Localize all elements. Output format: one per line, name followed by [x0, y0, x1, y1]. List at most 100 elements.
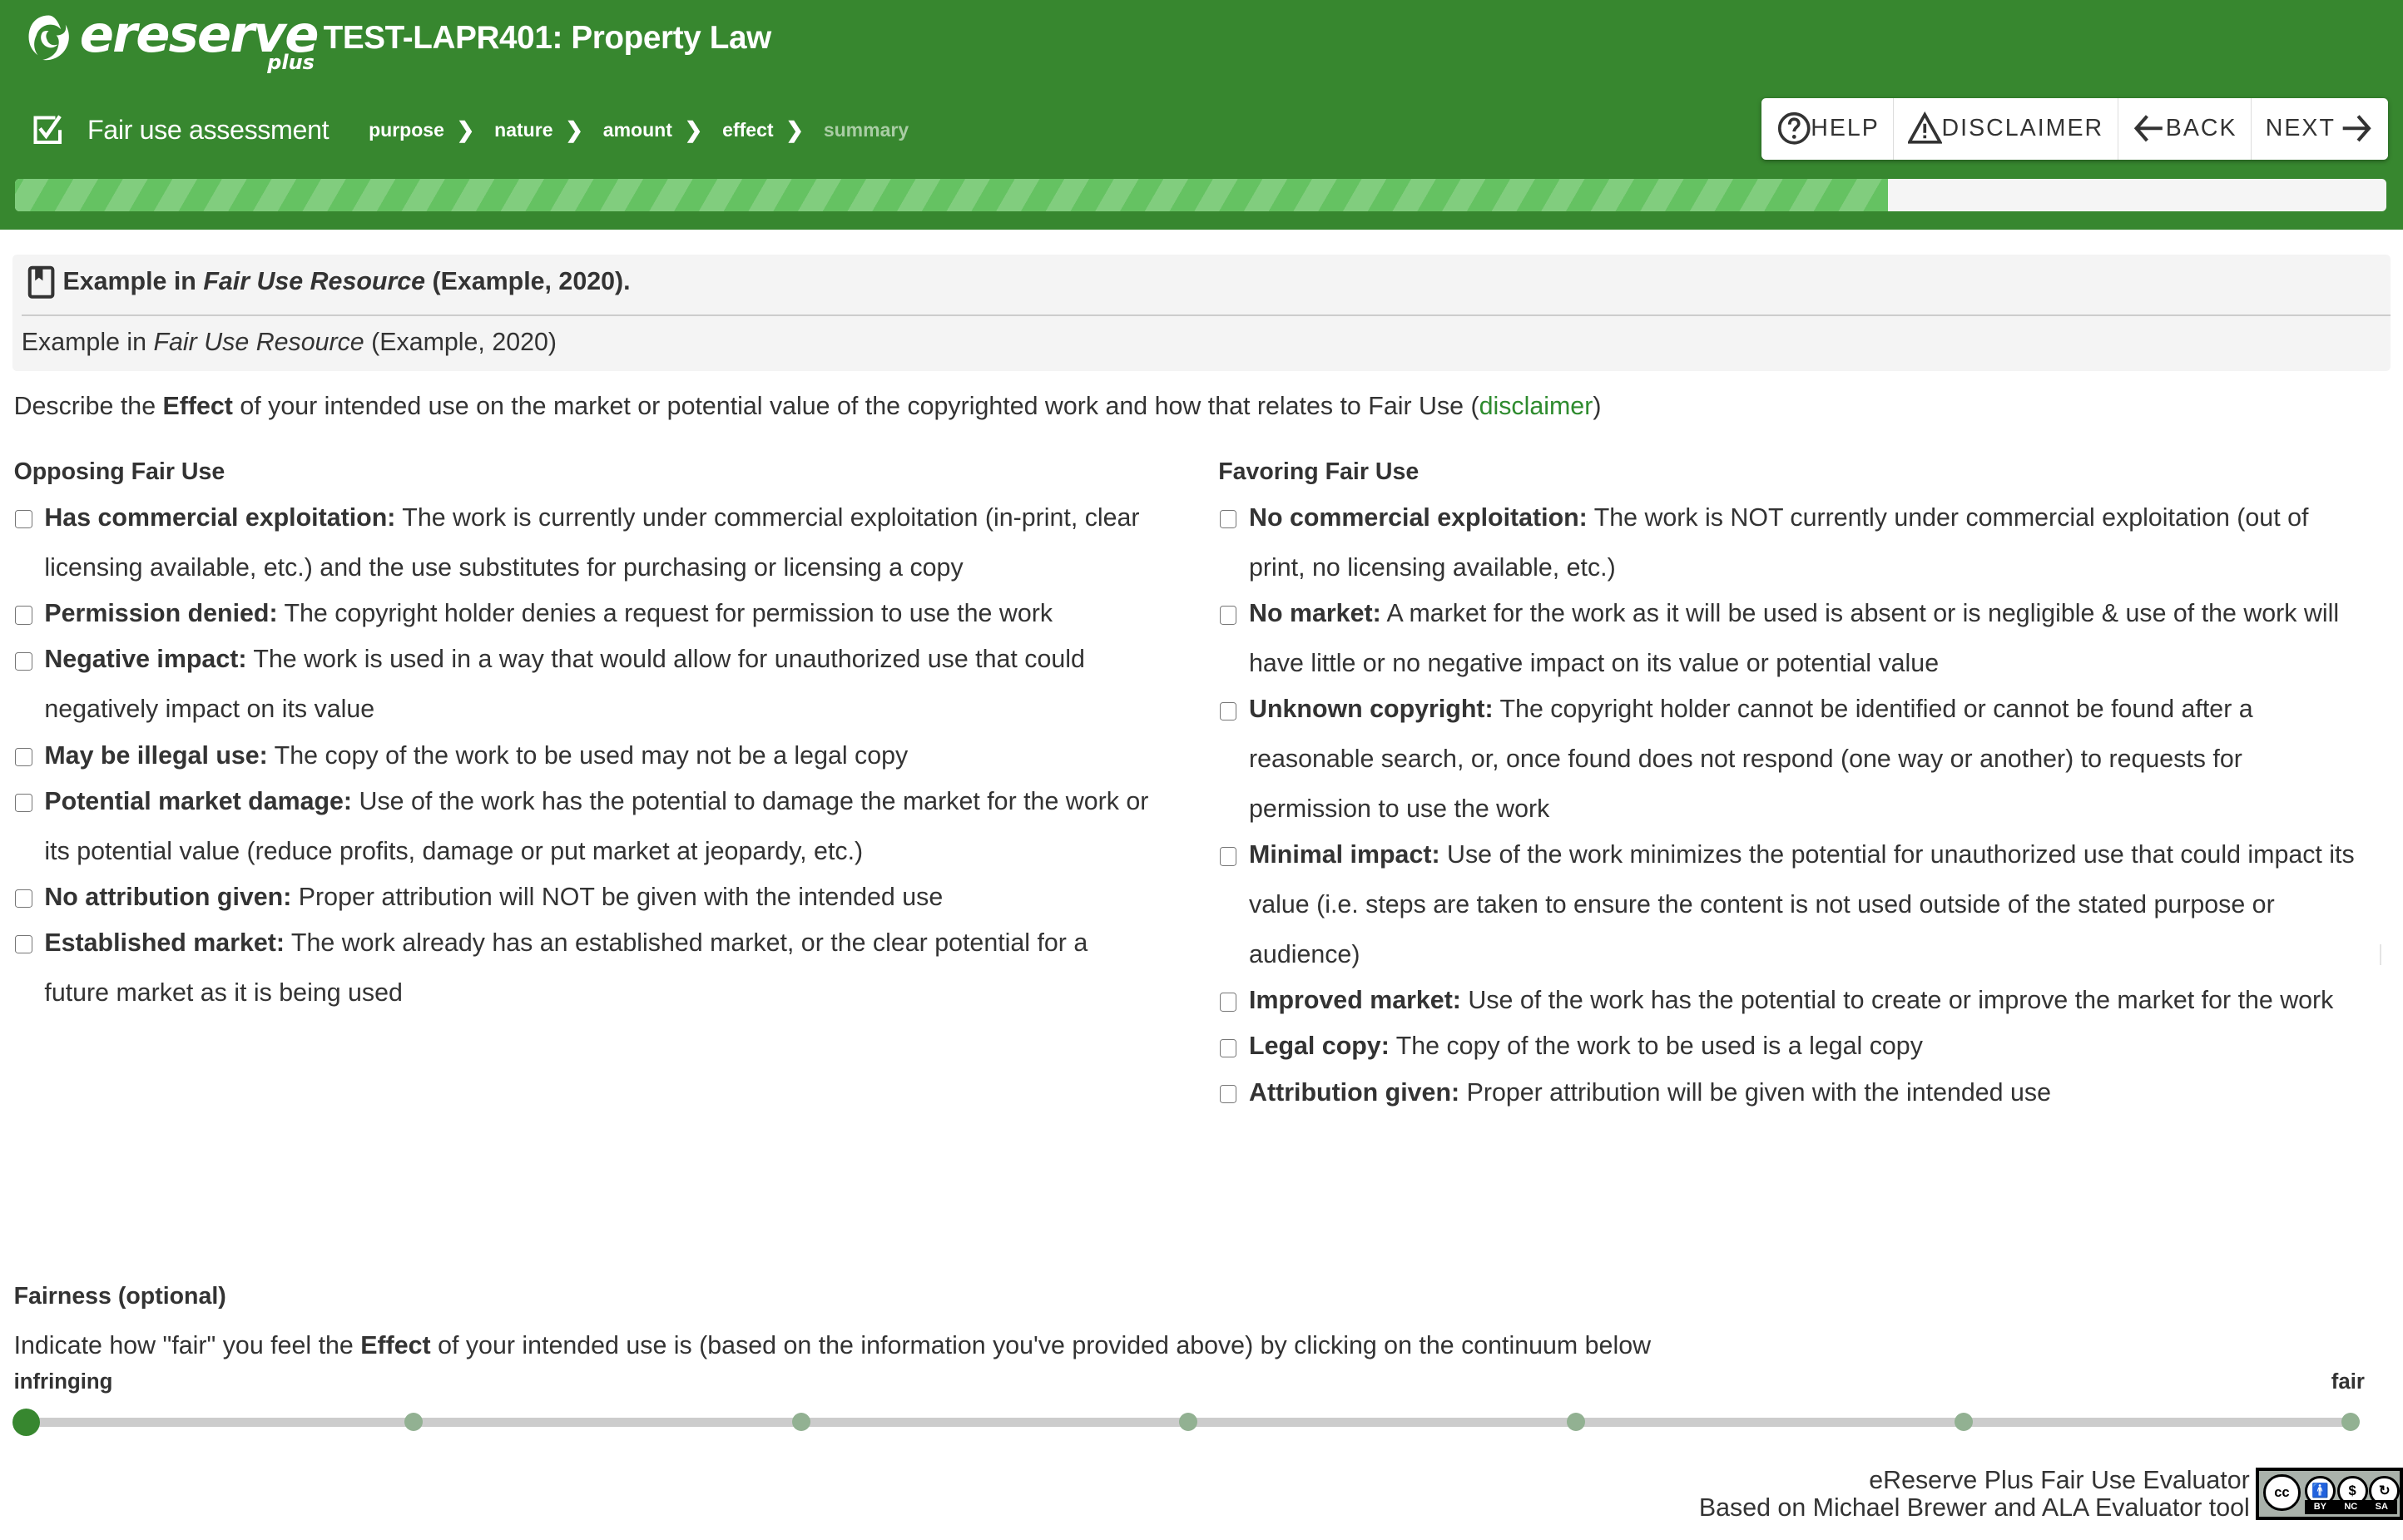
criterion-text: Unknown copyright: The copyright holder …	[1249, 685, 2371, 834]
criterion-text: Has commercial exploitation: The work is…	[44, 493, 1155, 593]
bookmark-book-icon	[27, 265, 55, 299]
cc-icon: cc	[2263, 1473, 2301, 1511]
citation-heading-title: Fair Use Resource	[203, 267, 426, 296]
criterion-option[interactable]: Negative impact: The work is used in a w…	[14, 645, 1156, 735]
citation-body-suffix: (Example, 2020)	[364, 327, 557, 356]
chevron-right-icon: ❯	[456, 118, 475, 142]
cc-badge-background: cc 🚹 $ ↻ BY NC SA	[2258, 1471, 2401, 1518]
slider-stop-selected[interactable]	[12, 1408, 40, 1436]
slider-stop[interactable]	[404, 1413, 423, 1432]
slider-stop[interactable]	[1566, 1413, 1585, 1432]
criterion-checkbox[interactable]	[1220, 1084, 1237, 1104]
breadcrumb-purpose[interactable]: purpose ❯	[369, 118, 494, 143]
criterion-checkbox[interactable]	[1220, 701, 1237, 720]
criterion-text: Improved market: Use of the work has the…	[1249, 976, 2333, 1026]
criterion-label: Unknown copyright:	[1249, 695, 1494, 724]
criterion-checkbox[interactable]	[15, 889, 32, 909]
progress-bar	[15, 179, 2386, 212]
criterion-option[interactable]: May be illegal use: The copy of the work…	[14, 741, 1156, 780]
citation-heading-suffix: (Example, 2020).	[425, 267, 631, 296]
cc-sa-label: SA	[2375, 1502, 2388, 1513]
criterion-checkbox[interactable]	[15, 651, 32, 671]
slider-stop[interactable]	[2341, 1413, 2361, 1432]
nav-button-group: HELP DISCLAIMER BACK NEXT	[1761, 97, 2388, 160]
back-button[interactable]: BACK	[2118, 97, 2252, 160]
breadcrumb-label: purpose	[369, 119, 444, 141]
assessment-title: Fair use assessment	[87, 115, 329, 146]
next-button[interactable]: NEXT	[2252, 98, 2387, 160]
criterion-text: Legal copy: The copy of the work to be u…	[1249, 1022, 1923, 1072]
criterion-text: Permission denied: The copyright holder …	[44, 589, 1053, 639]
citation-body: Example in Fair Use Resource (Example, 2…	[22, 324, 557, 360]
criterion-description: The copy of the work to be used is a leg…	[1389, 1032, 1923, 1061]
chevron-right-icon: ❯	[785, 118, 804, 142]
criterion-option[interactable]: No attribution given: Proper attribution…	[14, 882, 1156, 923]
cc-license-badge[interactable]: cc 🚹 $ ↻ BY NC SA	[2256, 1468, 2403, 1521]
criterion-option[interactable]: Permission denied: The copyright holder …	[14, 599, 1156, 639]
criterion-option[interactable]: No commercial exploitation: The work is …	[1218, 503, 2371, 593]
criterion-option[interactable]: Has commercial exploitation: The work is…	[14, 503, 1156, 593]
disclaimer-button[interactable]: DISCLAIMER	[1894, 97, 2118, 160]
back-label: BACK	[2165, 115, 2237, 142]
criterion-text: Minimal impact: Use of the work minimize…	[1249, 830, 2371, 980]
criterion-checkbox[interactable]	[15, 510, 32, 529]
criterion-label: Improved market:	[1249, 986, 1461, 1015]
breadcrumb-nature[interactable]: nature ❯	[494, 118, 603, 143]
breadcrumb-effect[interactable]: effect ❯	[722, 118, 824, 143]
criterion-text: Attribution given: Proper attribution wi…	[1249, 1068, 2051, 1118]
criterion-text: Potential market damage: Use of the work…	[44, 777, 1155, 877]
breadcrumb-label: nature	[494, 119, 553, 141]
criterion-label: Potential market damage:	[44, 786, 353, 815]
effect-instructions: Describe the Effect of your intended use…	[14, 388, 1602, 424]
criterion-checkbox[interactable]	[1220, 847, 1237, 866]
describe-bold: Effect	[162, 391, 233, 420]
criterion-option[interactable]: Minimal impact: Use of the work minimize…	[1218, 840, 2371, 980]
fairness-continuum-slider[interactable]	[12, 1408, 2361, 1436]
criterion-checkbox[interactable]	[15, 794, 32, 813]
criterion-option[interactable]: No market: A market for the work as it w…	[1218, 599, 2371, 689]
breadcrumb-label: effect	[722, 119, 774, 141]
criterion-checkbox[interactable]	[15, 747, 32, 766]
slider-stop[interactable]	[1954, 1413, 1973, 1432]
citation-body-title: Fair Use Resource	[153, 327, 364, 356]
criterion-option[interactable]: Attribution given: Proper attribution wi…	[1218, 1078, 2371, 1117]
breadcrumb-amount[interactable]: amount ❯	[603, 118, 722, 143]
breadcrumb: purpose ❯ nature ❯ amount ❯ effect ❯ summary	[369, 118, 909, 143]
criterion-checkbox[interactable]	[1220, 510, 1237, 529]
footer-line-1: eReserve Plus Fair Use Evaluator	[1869, 1465, 2250, 1494]
criterion-label: Established market:	[44, 928, 285, 958]
opposing-list: Has commercial exploitation: The work is…	[14, 503, 1156, 1018]
criterion-option[interactable]: Potential market damage: Use of the work…	[14, 787, 1156, 877]
criterion-label: Has commercial exploitation:	[44, 503, 396, 532]
criterion-description: Proper attribution will NOT be given wit…	[291, 882, 944, 911]
criterion-label: Attribution given:	[1249, 1077, 1460, 1107]
chevron-right-icon: ❯	[565, 118, 583, 142]
course-title: TEST-LAPR401: Property Law	[323, 20, 772, 57]
criterion-label: Legal copy:	[1249, 1032, 1390, 1061]
criterion-option[interactable]: Improved market: Use of the work has the…	[1218, 986, 2371, 1026]
describe-prefix: Describe the	[13, 391, 163, 420]
criterion-checkbox[interactable]	[15, 935, 32, 954]
slider-stop[interactable]	[1179, 1413, 1198, 1432]
ereserve-logo[interactable]: ereserve plus	[24, 9, 319, 73]
criterion-option[interactable]: Unknown copyright: The copyright holder …	[1218, 695, 2371, 834]
criterion-option[interactable]: Established market: The work already has…	[14, 928, 1156, 1018]
warning-triangle-icon	[1907, 111, 1942, 145]
help-circle-icon	[1777, 112, 1811, 146]
criterion-checkbox[interactable]	[1220, 606, 1237, 625]
criterion-description: Proper attribution will be given with th…	[1459, 1077, 2051, 1107]
slider-stop[interactable]	[791, 1413, 810, 1432]
criterion-option[interactable]: Legal copy: The copy of the work to be u…	[1218, 1032, 2371, 1072]
fairness-instructions: Indicate how "fair" you feel the Effect …	[14, 1327, 1651, 1364]
help-button[interactable]: HELP	[1761, 97, 1895, 160]
chevron-right-icon: ❯	[684, 118, 703, 142]
disclaimer-link[interactable]: disclaimer	[1479, 392, 1593, 420]
criterion-checkbox[interactable]	[1220, 1038, 1237, 1057]
scrollbar[interactable]	[2380, 943, 2382, 966]
criterion-checkbox[interactable]	[1220, 993, 1237, 1012]
criterion-label: No attribution given:	[44, 882, 292, 911]
cc-terms-strip: BY NC SA	[2305, 1500, 2397, 1514]
criterion-checkbox[interactable]	[15, 606, 32, 625]
criterion-text: Established market: The work already has…	[44, 919, 1155, 1018]
footer-line-2: Based on Michael Brewer and ALA Evaluato…	[1698, 1493, 2250, 1522]
